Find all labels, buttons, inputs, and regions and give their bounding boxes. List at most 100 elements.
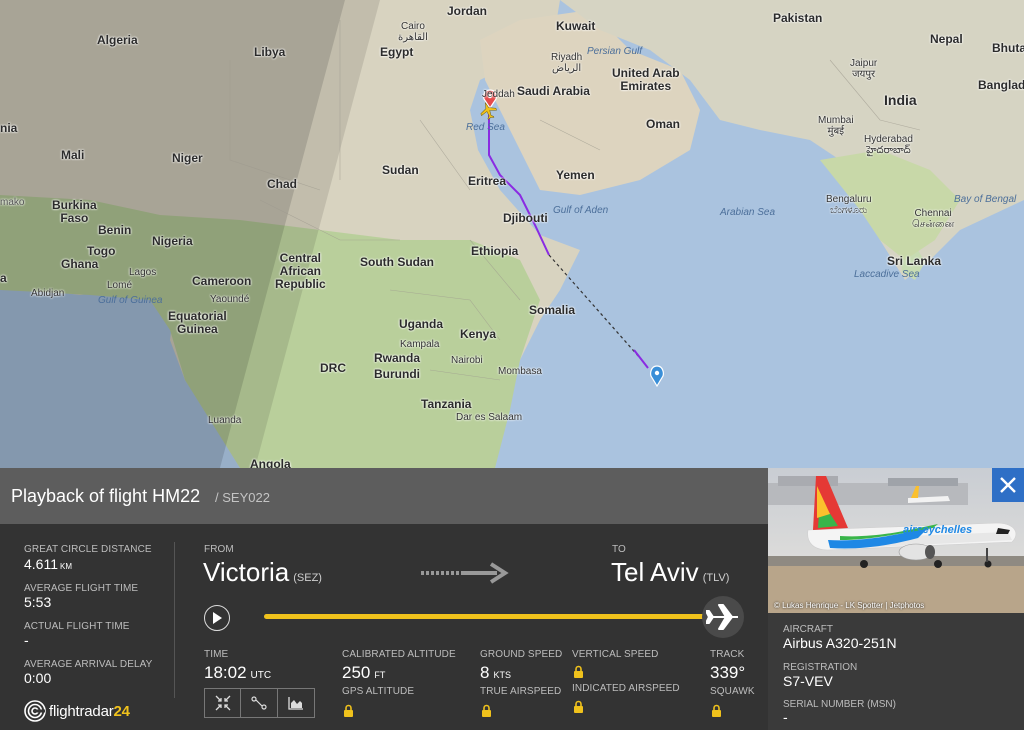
vertical-speed-lock-icon[interactable] — [573, 665, 584, 679]
map-label-mali: Mali — [61, 148, 85, 162]
playback-track[interactable] — [264, 614, 724, 619]
graph-view-button[interactable] — [278, 688, 315, 718]
map-sea-gulfguinea: Gulf of Guinea — [98, 295, 163, 306]
map-label-uganda: Uganda — [399, 317, 444, 331]
livery-text: airseychelles — [903, 524, 972, 536]
map-sea-bayofbengal: Bay of Bengal — [954, 194, 1017, 205]
track-label: TRACK — [710, 649, 745, 660]
map-label-nigeria: Nigeria — [152, 234, 193, 248]
map-label-pakistan: Pakistan — [773, 11, 823, 25]
squawk-lock-icon[interactable] — [711, 704, 722, 718]
map-label-somalia: Somalia — [529, 303, 576, 317]
map-sea-arabiansea: Arabian Sea — [720, 207, 776, 218]
from-label: FROM — [204, 544, 234, 555]
radar-logo-icon — [24, 700, 46, 722]
collapse-view-button[interactable] — [204, 688, 241, 718]
origin-pin — [650, 365, 664, 388]
map-city-lagos: Lagos — [129, 267, 157, 278]
aircraft-type-label: AIRCRAFT — [783, 624, 833, 635]
map-label-rwanda: Rwanda — [374, 351, 421, 365]
map-sea-persiangulf: Persian Gulf — [587, 46, 643, 57]
avg-flight-time-value: 5:53 — [24, 594, 52, 610]
map-city-abidjan: Abidjan — [31, 288, 65, 299]
map-city-bengaluru: Bengaluru ಬೆಂಗಳೂರು — [826, 194, 872, 216]
to-city[interactable]: Tel Aviv (TLV) — [611, 557, 729, 588]
flown-route-tail — [633, 349, 649, 369]
map-label-bangladesh: Banglad — [978, 78, 1024, 92]
actual-flight-time-label: ACTUAL FLIGHT TIME — [24, 621, 130, 632]
avg-arrival-delay-label: AVERAGE ARRIVAL DELAY — [24, 659, 153, 670]
map-label-oman: Oman — [646, 117, 681, 131]
ground-speed-label: GROUND SPEED — [480, 649, 563, 660]
true-airspeed-lock-icon[interactable] — [481, 704, 492, 718]
map-label-srilanka: Sri Lanka — [887, 254, 942, 268]
track-value: 339° — [710, 663, 746, 682]
map-city-jeddah: Jeddah — [482, 89, 515, 100]
playback-handle[interactable] — [702, 596, 744, 638]
aircraft-photo-image: airseychelles — [768, 468, 1024, 613]
map-label-kuwait: Kuwait — [556, 19, 596, 33]
map-label-algeria: Algeria — [97, 33, 138, 47]
map-city-mombasa: Mombasa — [498, 366, 542, 377]
close-icon — [1000, 477, 1016, 493]
avg-arrival-delay-value: 0:00 — [24, 670, 52, 686]
play-button[interactable] — [204, 605, 230, 631]
map-label-tanzania: Tanzania — [421, 397, 472, 411]
registration-label: REGISTRATION — [783, 662, 858, 673]
map-label-benin: Benin — [98, 223, 132, 237]
serial-number-label: SERIAL NUMBER (MSN) — [783, 699, 896, 710]
map-label-guinea: a — [0, 271, 7, 285]
from-city[interactable]: Victoria (SEZ) — [203, 557, 322, 588]
map-label-saudi: Saudi Arabia — [517, 84, 590, 98]
flight-details-panel: Playback of flight HM22 / SEY022 GREAT C… — [0, 468, 1024, 730]
time-label: TIME — [204, 649, 229, 660]
map-sea-redsea: Red Sea — [466, 122, 505, 133]
map-label-burundi: Burundi — [374, 367, 420, 381]
logo-text: flightradar24 — [49, 702, 130, 720]
map-label-yemen: Yemen — [556, 168, 595, 182]
map-label-angola: Angola — [250, 457, 291, 468]
aircraft-photo[interactable]: airseychelles © Lukas Henrique - LK Spot… — [768, 468, 1024, 613]
flight-info-panel: Playback of flight HM22 / SEY022 GREAT C… — [0, 468, 768, 730]
map-label-car: Central African Republic — [275, 251, 326, 291]
graph-icon — [288, 697, 303, 710]
photo-credit[interactable]: © Lukas Henrique - LK Spotter | Jetphoto… — [774, 601, 924, 610]
gps-altitude-lock-icon[interactable] — [343, 704, 354, 718]
great-circle-value: 4.611 KM — [24, 556, 72, 572]
gps-altitude-label: GPS ALTITUDE — [342, 686, 415, 697]
map-label-bhutan: Bhuta — [992, 41, 1024, 55]
map-city-mumbai: Mumbai मुंबई — [818, 115, 854, 137]
map-label-jordan: Jordan — [447, 4, 488, 18]
squawk-label: SQUAWK — [710, 686, 755, 697]
map-city-luanda: Luanda — [208, 415, 242, 426]
map-city-yaounde: Yaoundé — [210, 294, 250, 305]
map-city-jaipur: Jaipur जयपुर — [850, 58, 878, 80]
aircraft-type-value: Airbus A320-251N — [783, 635, 897, 651]
indicated-airspeed-lock-icon[interactable] — [573, 700, 584, 714]
map-label-uae: United Arab Emirates — [612, 66, 680, 93]
map-city-cairo: Cairo القاهرة — [398, 21, 428, 43]
play-icon — [213, 612, 222, 624]
time-value: 18:02 UTC — [204, 663, 272, 682]
playback-progress — [264, 614, 724, 619]
map-city-hyderabad: Hyderabad హైదరాబాద్ — [864, 134, 913, 156]
true-airspeed-label: TRUE AIRSPEED — [480, 686, 562, 697]
flight-map[interactable]: Jordan Kuwait Pakistan Nepal Bhuta Alger… — [0, 0, 1024, 468]
map-label-ethiopia: Ethiopia — [471, 244, 519, 258]
map-label-nepal: Nepal — [930, 32, 963, 46]
serial-number-value: - — [783, 709, 788, 725]
vertical-speed-label: VERTICAL SPEED — [572, 649, 659, 660]
map-label-southsudan: South Sudan — [360, 255, 434, 269]
map-label-egypt: Egypt — [380, 45, 414, 59]
calibrated-altitude-label: CALIBRATED ALTITUDE — [342, 649, 456, 660]
flightradar24-logo[interactable]: flightradar24 — [24, 700, 130, 722]
map-label-senegal: makо — [0, 197, 25, 208]
close-button[interactable] — [992, 468, 1024, 502]
map-label-cameroon: Cameroon — [192, 274, 252, 288]
map-sea-laccadive: Laccadive Sea — [854, 269, 920, 280]
avg-flight-time-label: AVERAGE FLIGHT TIME — [24, 583, 139, 594]
route-view-button[interactable] — [241, 688, 278, 718]
map-label-niger: Niger — [172, 151, 203, 165]
map-label-kenya: Kenya — [460, 327, 497, 341]
great-circle-label: GREAT CIRCLE DISTANCE — [24, 544, 152, 555]
